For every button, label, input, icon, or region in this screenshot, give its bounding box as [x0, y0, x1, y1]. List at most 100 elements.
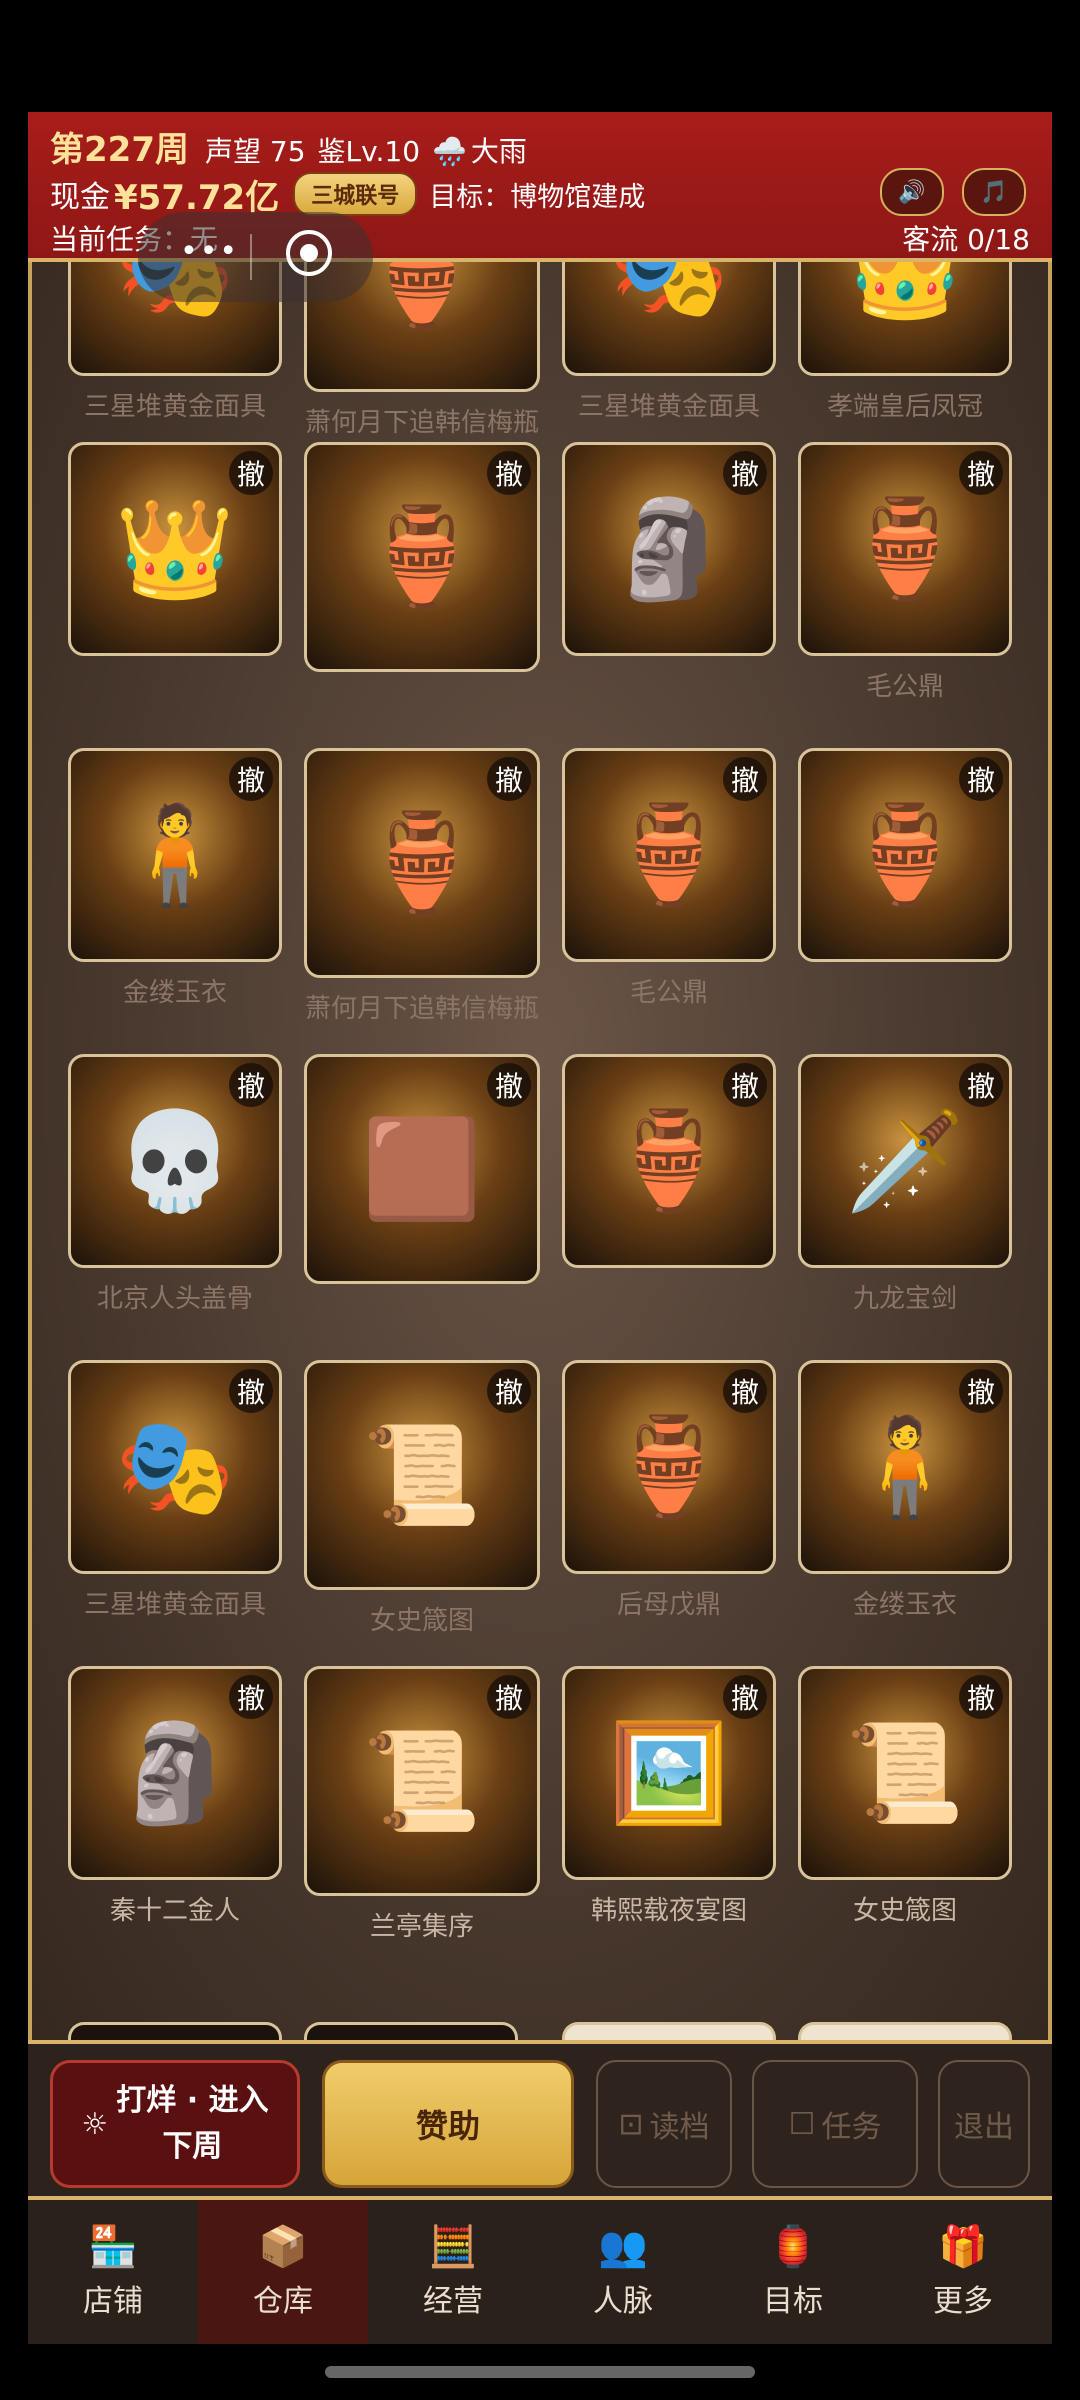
people-icon: 👥 — [598, 2224, 648, 2270]
artifact-name: 三星堆黄金面具 — [83, 392, 266, 422]
tab-more[interactable]: 🎁 更多 — [878, 2200, 1048, 2344]
artifact-image[interactable]: 🗡️ 撤 — [798, 1054, 1012, 1268]
artifact-card[interactable]: 🟫 撤 — [304, 1054, 540, 1294]
exit-button[interactable]: 退出 — [938, 2060, 1030, 2188]
artifact-card[interactable]: 📜 撤女史箴图 — [304, 1360, 540, 1637]
withdraw-button[interactable]: 撤 — [229, 451, 273, 495]
gift-icon: 🎁 — [938, 2224, 988, 2270]
withdraw-button[interactable]: 撤 — [487, 1369, 531, 1413]
artifact-card[interactable]: 📜 撤兰亭集序 — [304, 1666, 540, 1943]
artifact-image[interactable]: 🎭 — [562, 262, 776, 376]
withdraw-button[interactable]: 撤 — [229, 757, 273, 801]
artifact-image[interactable]: 🗿 撤 — [562, 442, 776, 656]
artifact-image[interactable]: 🏺 撤 — [562, 1360, 776, 1574]
task-button[interactable]: ☐ 任务 — [752, 2060, 918, 2188]
artifact-image[interactable]: 🧍 撤 — [68, 748, 282, 962]
artifact-image[interactable]: 📜 撤 — [304, 1360, 540, 1590]
artifact-name: 萧何月下追韩信梅瓶 — [304, 994, 539, 1024]
artifact-card-partial[interactable] — [562, 2022, 776, 2040]
sponsor-button[interactable]: 赞助 — [322, 2060, 574, 2188]
withdraw-button[interactable]: 撤 — [487, 1675, 531, 1719]
withdraw-button[interactable]: 撤 — [229, 1063, 273, 1107]
artifact-card[interactable]: 🏺 撤毛公鼎 — [798, 442, 1012, 703]
artifact-image[interactable]: 📜 撤 — [798, 1666, 1012, 1880]
artifact-image[interactable]: 👑 — [798, 262, 1012, 376]
tab-label: 目标 — [763, 2284, 823, 2319]
withdraw-button[interactable]: 撤 — [723, 451, 767, 495]
artifact-image[interactable]: 🏺 撤 — [304, 442, 540, 672]
artifact-card[interactable]: 🖼️ 撤韩熙载夜宴图 — [562, 1666, 776, 1927]
mini-program-capsule[interactable]: ••• — [138, 212, 373, 302]
tab-goals[interactable]: 🏮 目标 — [708, 2200, 878, 2344]
artifact-image[interactable]: 📜 撤 — [304, 1666, 540, 1896]
artifact-card[interactable]: 🏺 撤 — [562, 1054, 776, 1278]
artifact-card[interactable]: 🏺 撤 — [304, 442, 540, 682]
artifact-image[interactable]: 🟫 撤 — [304, 1054, 540, 1284]
withdraw-button[interactable]: 撤 — [959, 1675, 1003, 1719]
artifact-image[interactable]: 🏺 撤 — [798, 748, 1012, 962]
music-toggle-button[interactable]: 🎵 — [962, 168, 1026, 216]
goal-text: 目标：博物馆建成 — [429, 181, 646, 213]
close-shop-next-week-button[interactable]: ☼ 打烊 · 进入 下周 — [50, 2060, 300, 2188]
withdraw-button[interactable]: 撤 — [959, 757, 1003, 801]
warehouse-grid[interactable]: 🎭三星堆黄金面具🏺萧何月下追韩信梅瓶🎭三星堆黄金面具👑孝端皇后凤冠👑撤🏺撤🗿撤🏺… — [32, 262, 1048, 2040]
artifact-image[interactable]: 🏺 撤 — [304, 748, 540, 978]
artifact-card[interactable]: 🏺 撤 — [798, 748, 1012, 972]
withdraw-button[interactable]: 撤 — [723, 1063, 767, 1107]
artifact-image[interactable]: 👑 撤 — [68, 442, 282, 656]
artifact-image[interactable]: 🖼️ 撤 — [562, 1666, 776, 1880]
action-bar: ☼ 打烊 · 进入 下周 赞助 ⊡ 读档 ☐ 任务 退出 — [28, 2040, 1052, 2200]
withdraw-button[interactable]: 撤 — [487, 451, 531, 495]
withdraw-button[interactable]: 撤 — [723, 1369, 767, 1413]
load-save-button[interactable]: ⊡ 读档 — [596, 2060, 732, 2188]
tab-warehouse[interactable]: 📦 仓库 — [198, 2200, 368, 2344]
artifact-name: 九龙宝剑 — [852, 1284, 957, 1314]
tab-shop[interactable]: 🏪 店铺 — [28, 2200, 198, 2344]
artifact-icon: 👑 — [845, 262, 965, 325]
artifact-card-partial[interactable] — [68, 2022, 282, 2040]
artifact-name: 兰亭集序 — [369, 1912, 474, 1942]
tab-contacts[interactable]: 👥 人脉 — [538, 2200, 708, 2344]
artifact-card[interactable]: 🗡️ 撤九龙宝剑 — [798, 1054, 1012, 1315]
artifact-image[interactable]: 🏺 撤 — [798, 442, 1012, 656]
more-dots-icon[interactable]: ••• — [180, 234, 239, 269]
artifact-card[interactable]: 🧍 撤金缕玉衣 — [798, 1360, 1012, 1621]
artifact-card[interactable]: 🗿 撤秦十二金人 — [68, 1666, 282, 1927]
artifact-image[interactable]: 🗿 撤 — [68, 1666, 282, 1880]
artifact-card[interactable]: 👑 撤 — [68, 442, 282, 666]
artifact-card[interactable]: 🎭 撤三星堆黄金面具 — [68, 1360, 282, 1621]
withdraw-button[interactable]: 撤 — [229, 1675, 273, 1719]
artifact-card[interactable]: 📜 撤女史箴图 — [798, 1666, 1012, 1927]
artifact-card[interactable]: 🧍 撤金缕玉衣 — [68, 748, 282, 1009]
withdraw-button[interactable]: 撤 — [959, 1063, 1003, 1107]
artifact-card-partial[interactable] — [304, 2022, 518, 2040]
artifact-card-partial[interactable] — [798, 2022, 1012, 2040]
artifact-image[interactable]: 🏺 撤 — [562, 748, 776, 962]
withdraw-button[interactable]: 撤 — [959, 1369, 1003, 1413]
withdraw-button[interactable]: 撤 — [723, 757, 767, 801]
artifact-card[interactable]: 🎭 三星堆黄金面具 — [562, 262, 776, 423]
artifact-card[interactable]: 🏺 撤萧何月下追韩信梅瓶 — [304, 748, 540, 1025]
tab-operations[interactable]: 🧮 经营 — [368, 2200, 538, 2344]
close-target-icon[interactable] — [286, 230, 332, 276]
artifact-icon: 🟫 — [362, 1112, 482, 1225]
artifact-icon: 🏺 — [845, 798, 965, 911]
withdraw-button[interactable]: 撤 — [487, 757, 531, 801]
withdraw-button[interactable]: 撤 — [959, 451, 1003, 495]
artifact-card[interactable]: 🏺 撤毛公鼎 — [562, 748, 776, 1009]
artifact-card[interactable]: 💀 撤北京人头盖骨 — [68, 1054, 282, 1315]
withdraw-button[interactable]: 撤 — [723, 1675, 767, 1719]
capsule-divider — [250, 234, 252, 280]
artifact-image[interactable]: 🎭 撤 — [68, 1360, 282, 1574]
artifact-image[interactable]: 💀 撤 — [68, 1054, 282, 1268]
reputation: 声望 75 — [204, 135, 306, 168]
artifact-image[interactable]: 🏺 撤 — [562, 1054, 776, 1268]
withdraw-button[interactable]: 撤 — [229, 1369, 273, 1413]
home-indicator[interactable] — [325, 2366, 755, 2378]
sound-toggle-button[interactable]: 🔊 — [880, 168, 944, 216]
artifact-image[interactable]: 🧍 撤 — [798, 1360, 1012, 1574]
artifact-card[interactable]: 🗿 撤 — [562, 442, 776, 666]
withdraw-button[interactable]: 撤 — [487, 1063, 531, 1107]
artifact-card[interactable]: 🏺 撤后母戊鼎 — [562, 1360, 776, 1621]
artifact-card[interactable]: 👑 孝端皇后凤冠 — [798, 262, 1012, 423]
